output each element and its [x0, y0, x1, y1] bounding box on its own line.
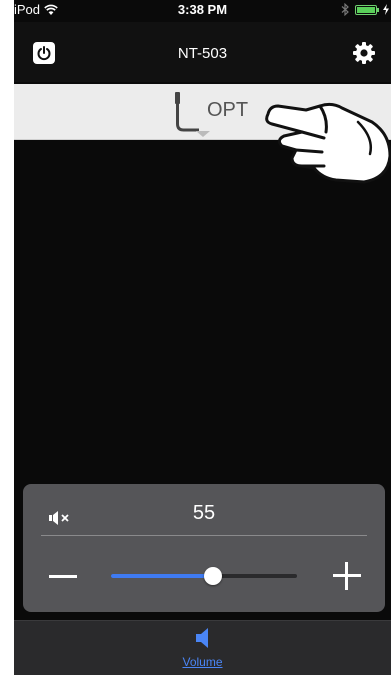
gear-icon[interactable]: [351, 40, 377, 66]
input-label: OPT: [207, 99, 249, 121]
optical-plug-icon: [175, 92, 199, 132]
bluetooth-icon: [341, 3, 349, 16]
tab-bar: Volume: [14, 620, 391, 675]
device-title: NT-503: [177, 45, 228, 62]
volume-down-button[interactable]: [45, 562, 81, 590]
volume-slider[interactable]: [111, 567, 297, 585]
status-bar: iPod 3:38 PM: [14, 0, 391, 22]
battery-icon: [355, 4, 379, 15]
tab-volume-label: Volume: [182, 655, 223, 669]
volume-value: 55: [192, 502, 216, 524]
volume-slider-fill: [111, 574, 214, 578]
tap-hand-icon: [265, 102, 391, 184]
status-right: [341, 3, 389, 16]
minus-icon: [49, 575, 77, 578]
nav-bar: NT-503: [14, 22, 391, 82]
caret-down-icon: [196, 131, 210, 137]
charging-icon: [383, 4, 389, 15]
volume-panel: 55: [23, 484, 385, 612]
status-time: 3:38 PM: [177, 2, 228, 17]
speaker-icon: [195, 628, 208, 648]
app-screen: iPod 3:38 PM NT-503 OPT 55 Volume: [14, 0, 391, 675]
tab-volume[interactable]: Volume: [14, 627, 391, 669]
volume-slider-thumb[interactable]: [204, 567, 223, 585]
divider: [41, 535, 367, 536]
volume-up-button[interactable]: [329, 558, 365, 594]
